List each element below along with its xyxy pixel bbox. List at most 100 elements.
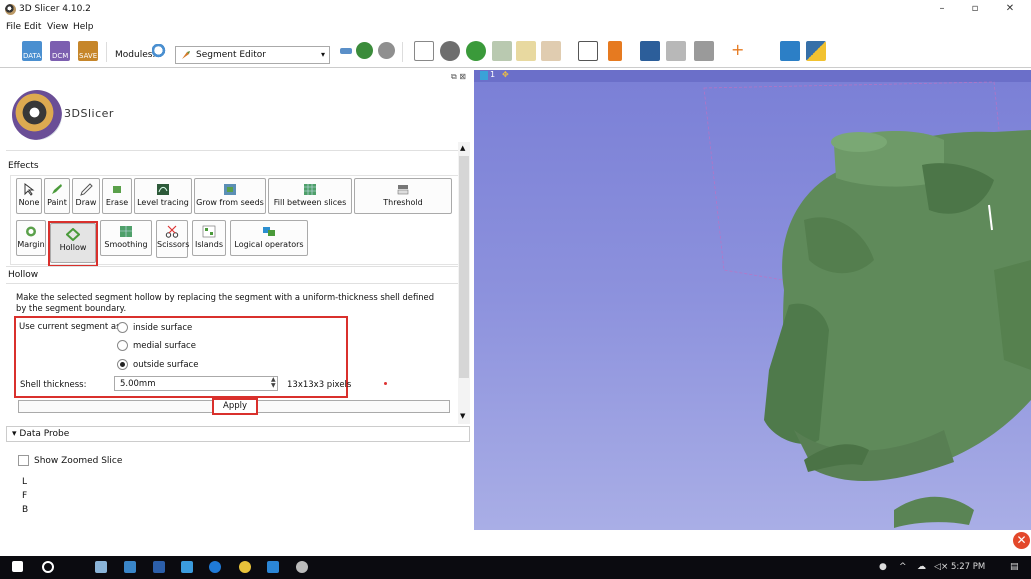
- data-probe-title[interactable]: ▾ Data Probe: [12, 429, 69, 439]
- load-data-label: DATA: [23, 52, 42, 60]
- panel-float-close-icons[interactable]: ⧉ ⊠: [451, 72, 466, 82]
- mail-icon[interactable]: [124, 561, 136, 573]
- module-history-icon[interactable]: [340, 48, 352, 54]
- crosshair-icon[interactable]: [666, 41, 686, 61]
- show-zoomed-slice-checkbox[interactable]: [18, 455, 29, 466]
- mouse-mode-icon[interactable]: [608, 41, 622, 61]
- tray-chevron-icon[interactable]: ^: [899, 562, 907, 572]
- segment-editor-icon: [182, 51, 190, 59]
- eraser-icon: [113, 186, 121, 193]
- panel-divider: [6, 150, 458, 151]
- cloud-icon[interactable]: ☁: [917, 562, 926, 572]
- slicer-taskbar-icon[interactable]: [296, 561, 308, 573]
- extension-icon[interactable]: [780, 41, 800, 61]
- title-bar: 3D Slicer 4.10.2 – ▫ ✕: [0, 0, 1031, 20]
- search-cortana-icon[interactable]: [42, 561, 54, 573]
- scrollbar-thumb[interactable]: [459, 156, 469, 378]
- shell-thickness-label: Shell thickness:: [20, 380, 87, 390]
- forward-icon[interactable]: [378, 42, 395, 59]
- outside-surface-label: outside surface: [133, 360, 199, 370]
- windows-taskbar: ● ^ ☁ ◁× 5:27 PM ▤: [0, 556, 1031, 579]
- slicer-app-icon: [5, 4, 16, 15]
- spinbox-arrows-icon[interactable]: ▲ ▼: [271, 377, 279, 390]
- scroll-up-icon[interactable]: ▲: [460, 144, 465, 152]
- volume-icon[interactable]: ◁×: [934, 562, 948, 572]
- tray-app-icon[interactable]: ●: [879, 562, 887, 572]
- 3d-view[interactable]: 1 ✥: [474, 70, 1031, 530]
- probe-coord-l: L: [22, 477, 28, 487]
- effect-scissors-button[interactable]: Scissors: [156, 220, 189, 258]
- screenshot-icon[interactable]: [640, 41, 660, 61]
- layout-icon[interactable]: [578, 41, 598, 61]
- level-tracing-icon: [157, 184, 169, 195]
- scroll-down-icon[interactable]: ▼: [460, 412, 465, 420]
- threshold-icon: [397, 185, 409, 195]
- modules-label: Modules:: [115, 50, 156, 60]
- layout-list-icon[interactable]: [414, 41, 434, 61]
- scene-view-icon[interactable]: [694, 41, 714, 61]
- effect-fill-between-slices-button[interactable]: Fill between slices: [268, 178, 352, 214]
- effect-islands-button[interactable]: Islands: [192, 220, 226, 256]
- effect-logical-operators-button[interactable]: Logical operators: [230, 220, 308, 256]
- models-icon[interactable]: [440, 41, 460, 61]
- python-icon[interactable]: [806, 41, 826, 61]
- panel-scrollbar[interactable]: ▲ ▼: [458, 142, 470, 424]
- store-icon[interactable]: [95, 561, 107, 573]
- app-icon[interactable]: [267, 561, 279, 573]
- chrome-icon[interactable]: [239, 561, 251, 573]
- todo-icon[interactable]: [181, 561, 193, 573]
- menu-help[interactable]: Help: [73, 22, 94, 32]
- editor-icon[interactable]: [541, 41, 561, 61]
- window-title: 3D Slicer 4.10.2: [19, 4, 91, 14]
- segmentation-icon[interactable]: [466, 41, 486, 61]
- module-selector[interactable]: Segment Editor ▾: [175, 46, 330, 64]
- effect-paint-button[interactable]: Paint: [44, 178, 70, 214]
- taskbar-clock[interactable]: 5:27 PM: [951, 562, 985, 572]
- toolbar-separator: [402, 42, 403, 62]
- menu-file[interactable]: File: [6, 22, 21, 32]
- effect-threshold-button[interactable]: Threshold: [354, 178, 452, 214]
- minimize-button[interactable]: –: [932, 3, 952, 17]
- outside-surface-radio[interactable]: [117, 359, 128, 370]
- logical-operators-icon: [263, 227, 275, 236]
- apply-button[interactable]: Apply: [212, 398, 258, 415]
- windows-start-icon[interactable]: [12, 561, 23, 572]
- add-fiducial-icon[interactable]: +: [731, 41, 751, 61]
- search-icon[interactable]: [152, 44, 168, 60]
- back-icon[interactable]: [356, 42, 373, 59]
- probe-coord-b: B: [22, 505, 29, 515]
- transforms-icon[interactable]: [492, 41, 512, 61]
- edge-icon[interactable]: [209, 561, 221, 573]
- hollow-highlight-box: [48, 221, 98, 267]
- effect-level-tracing-button[interactable]: Level tracing: [134, 178, 192, 214]
- close-button[interactable]: ✕: [1000, 3, 1020, 17]
- close-overlay-icon[interactable]: ✕: [1013, 532, 1030, 549]
- inside-surface-label: inside surface: [133, 323, 193, 333]
- shell-thickness-input[interactable]: 5.00mm: [114, 376, 278, 391]
- margin-icon: [26, 226, 36, 237]
- notifications-icon[interactable]: ▤: [1010, 562, 1019, 572]
- segmented-heart-model: [703, 81, 1031, 528]
- effect-draw-button[interactable]: Draw: [72, 178, 100, 214]
- module-selected: Segment Editor: [196, 50, 266, 60]
- load-dicom-label: DCM: [52, 52, 69, 60]
- menu-edit[interactable]: Edit: [24, 22, 41, 32]
- marker-dot: [384, 382, 387, 385]
- hollow-title: Hollow: [8, 270, 39, 280]
- effect-margin-button[interactable]: Margin: [16, 220, 46, 256]
- inside-surface-radio[interactable]: [117, 322, 128, 333]
- logo-text: 3DSlicer: [64, 107, 114, 120]
- menu-bar: File Edit View Help: [0, 20, 1031, 35]
- data-probe-header[interactable]: [6, 426, 470, 442]
- maximize-button[interactable]: ▫: [965, 3, 985, 17]
- use-segment-as-label: Use current segment as:: [19, 322, 124, 332]
- onenote-icon[interactable]: [153, 561, 165, 573]
- effect-none-button[interactable]: None: [16, 178, 42, 214]
- effect-erase-button[interactable]: Erase: [102, 178, 132, 214]
- markups-icon[interactable]: [516, 41, 536, 61]
- medial-surface-radio[interactable]: [117, 340, 128, 351]
- grow-seeds-icon: [224, 184, 236, 195]
- effect-smoothing-button[interactable]: Smoothing: [100, 220, 152, 256]
- effect-grow-from-seeds-button[interactable]: Grow from seeds: [194, 178, 266, 214]
- menu-view[interactable]: View: [47, 22, 68, 32]
